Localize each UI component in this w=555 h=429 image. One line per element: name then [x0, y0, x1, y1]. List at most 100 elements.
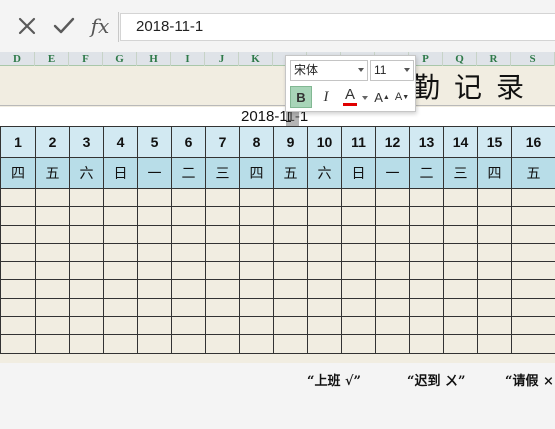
date-cell[interactable]: 2018-11-1 [0, 107, 555, 126]
day-cell[interactable]: 4 [103, 126, 138, 158]
day-cell[interactable]: 12 [375, 126, 410, 158]
attendance-cell[interactable] [375, 316, 410, 336]
column-header-q[interactable]: Q [443, 52, 477, 66]
attendance-cell[interactable] [35, 242, 70, 263]
weekday-cell[interactable]: 五 [511, 157, 555, 189]
day-cell[interactable]: 9 [273, 126, 308, 158]
attendance-cell[interactable] [477, 206, 512, 226]
insert-function-button[interactable]: fx [85, 11, 115, 41]
attendance-cell[interactable] [409, 279, 444, 299]
attendance-cell[interactable] [103, 187, 138, 208]
attendance-cell[interactable] [35, 206, 70, 226]
column-header-e[interactable]: E [35, 52, 69, 66]
attendance-cell[interactable] [375, 206, 410, 226]
attendance-cell[interactable] [103, 206, 138, 226]
attendance-cell[interactable] [35, 316, 70, 336]
attendance-cell[interactable] [477, 279, 512, 299]
attendance-cell[interactable] [341, 261, 376, 281]
attendance-cell[interactable] [477, 242, 512, 263]
font-color-button[interactable]: A [340, 86, 360, 108]
column-header-s[interactable]: S [511, 52, 555, 66]
attendance-cell[interactable] [0, 224, 36, 244]
attendance-cell[interactable] [103, 242, 138, 263]
weekday-cell[interactable]: 五 [273, 157, 308, 189]
attendance-cell[interactable] [205, 261, 240, 281]
attendance-cell[interactable] [137, 279, 172, 299]
attendance-cell[interactable] [273, 297, 308, 318]
attendance-cell[interactable] [171, 316, 206, 336]
attendance-cell[interactable] [443, 242, 478, 263]
attendance-cell[interactable] [477, 224, 512, 244]
attendance-cell[interactable] [375, 187, 410, 208]
attendance-cell[interactable] [69, 279, 104, 299]
attendance-cell[interactable] [409, 261, 444, 281]
day-cell[interactable]: 10 [307, 126, 342, 158]
attendance-cell[interactable] [239, 334, 274, 354]
attendance-cell[interactable] [35, 261, 70, 281]
title-cell[interactable]: 勤记录 [0, 66, 555, 106]
weekday-cell[interactable]: 三 [205, 157, 240, 189]
column-header-k[interactable]: K [239, 52, 273, 66]
attendance-cell[interactable] [409, 297, 444, 318]
attendance-cell[interactable] [307, 297, 342, 318]
attendance-cell[interactable] [239, 242, 274, 263]
weekday-cell[interactable]: 三 [443, 157, 478, 189]
attendance-cell[interactable] [443, 334, 478, 354]
attendance-cell[interactable] [69, 242, 104, 263]
attendance-cell[interactable] [307, 187, 342, 208]
attendance-cell[interactable] [137, 242, 172, 263]
column-header-h[interactable]: H [137, 52, 171, 66]
attendance-cell[interactable] [307, 224, 342, 244]
attendance-cell[interactable] [103, 279, 138, 299]
attendance-cell[interactable] [273, 334, 308, 354]
weekday-cell[interactable]: 二 [171, 157, 206, 189]
attendance-cell[interactable] [0, 187, 36, 208]
day-cell[interactable]: 7 [205, 126, 240, 158]
attendance-cell[interactable] [341, 279, 376, 299]
attendance-cell[interactable] [375, 224, 410, 244]
attendance-cell[interactable] [409, 206, 444, 226]
attendance-cell[interactable] [103, 297, 138, 318]
weekday-cell[interactable]: 日 [103, 157, 138, 189]
attendance-cell[interactable] [35, 297, 70, 318]
attendance-cell[interactable] [375, 242, 410, 263]
attendance-cell[interactable] [307, 316, 342, 336]
attendance-cell[interactable] [239, 316, 274, 336]
attendance-cell[interactable] [341, 297, 376, 318]
weekday-cell[interactable]: 六 [307, 157, 342, 189]
attendance-cell[interactable] [477, 187, 512, 208]
attendance-cell[interactable] [205, 206, 240, 226]
attendance-cell[interactable] [307, 279, 342, 299]
attendance-cell[interactable] [273, 261, 308, 281]
weekday-cell[interactable]: 日 [341, 157, 376, 189]
attendance-cell[interactable] [137, 316, 172, 336]
day-cell[interactable]: 2 [35, 126, 70, 158]
italic-button[interactable]: I [316, 86, 336, 108]
weekday-cell[interactable]: 四 [477, 157, 512, 189]
weekday-cell[interactable]: 六 [69, 157, 104, 189]
attendance-cell[interactable] [0, 206, 36, 226]
attendance-cell[interactable] [477, 261, 512, 281]
attendance-cell[interactable] [511, 279, 555, 299]
column-header-d[interactable]: D [0, 52, 35, 66]
column-header-j[interactable]: J [205, 52, 239, 66]
day-cell[interactable]: 1 [0, 126, 36, 158]
weekday-cell[interactable]: 二 [409, 157, 444, 189]
attendance-cell[interactable] [69, 297, 104, 318]
day-cell[interactable]: 6 [171, 126, 206, 158]
attendance-cell[interactable] [409, 316, 444, 336]
attendance-cell[interactable] [35, 334, 70, 354]
attendance-cell[interactable] [375, 261, 410, 281]
attendance-cell[interactable] [511, 224, 555, 244]
attendance-cell[interactable] [375, 297, 410, 318]
weekday-cell[interactable]: 一 [375, 157, 410, 189]
attendance-cell[interactable] [0, 334, 36, 354]
attendance-cell[interactable] [341, 206, 376, 226]
column-header-i[interactable]: I [171, 52, 205, 66]
attendance-cell[interactable] [0, 297, 36, 318]
weekday-cell[interactable]: 一 [137, 157, 172, 189]
attendance-cell[interactable] [375, 279, 410, 299]
attendance-cell[interactable] [205, 297, 240, 318]
column-header-r[interactable]: R [477, 52, 511, 66]
attendance-cell[interactable] [0, 316, 36, 336]
